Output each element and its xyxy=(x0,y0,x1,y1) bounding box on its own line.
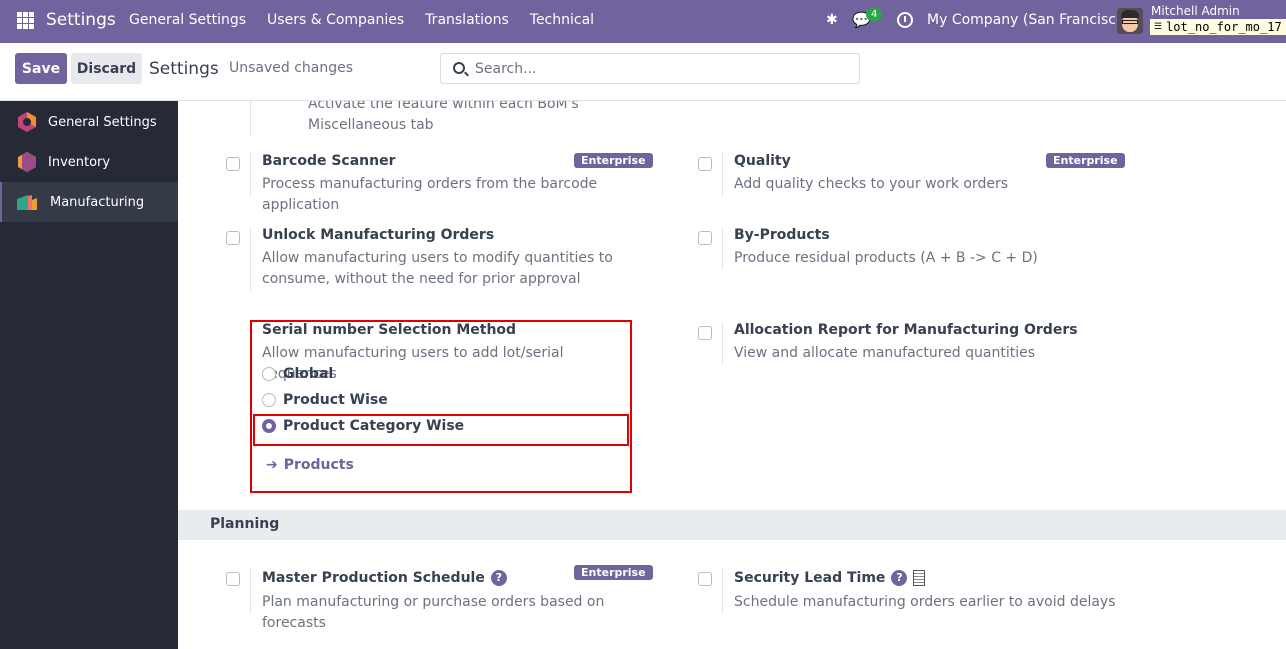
setting-title: Allocation Report for Manufacturing Orde… xyxy=(734,322,1078,338)
unsaved-status: Unsaved changes xyxy=(229,60,354,76)
mps-checkbox[interactable] xyxy=(226,572,240,586)
setting-title: Quality xyxy=(734,153,791,169)
setting-desc: View and allocate manufactured quantitie… xyxy=(734,345,1036,361)
setting-security-lead-time: Security Lead Time? Schedule manufacturi… xyxy=(698,568,1118,616)
enterprise-badge: Enterprise xyxy=(574,153,653,168)
control-panel: Save Discard Settings Unsaved changes xyxy=(0,43,1286,101)
radio-label: Product Wise xyxy=(283,392,388,408)
lead-time-checkbox[interactable] xyxy=(698,572,712,586)
sidebar-item-inventory[interactable]: Inventory xyxy=(0,142,178,182)
company-switcher[interactable]: My Company (San Francisco) xyxy=(927,12,1130,28)
radio-button-checked[interactable] xyxy=(262,419,276,433)
apps-grid-icon[interactable] xyxy=(17,12,34,29)
inventory-icon xyxy=(18,152,36,172)
setting-desc: Plan manufacturing or purchase orders ba… xyxy=(262,594,605,631)
sidebar-item-label: Inventory xyxy=(48,154,111,170)
section-title: Planning xyxy=(210,516,280,532)
menu-technical[interactable]: Technical xyxy=(530,12,594,28)
save-button[interactable]: Save xyxy=(15,53,67,84)
menu-translations[interactable]: Translations xyxy=(425,12,509,28)
setting-allocation-report: Allocation Report for Manufacturing Orde… xyxy=(698,322,1118,367)
barcode-checkbox[interactable] xyxy=(226,157,240,171)
setting-desc: Add quality checks to your work orders xyxy=(734,176,1009,192)
top-navbar: Settings General Settings Users & Compan… xyxy=(0,0,1286,43)
avatar[interactable] xyxy=(1117,8,1143,34)
radio-label: Product Category Wise xyxy=(283,418,465,434)
settings-content: Activate the feature within each BoM's M… xyxy=(178,101,1286,649)
setting-desc: Produce residual products (A + B -> C + … xyxy=(734,250,1038,266)
products-link[interactable]: ➔ Products xyxy=(266,457,354,473)
setting-title: By-Products xyxy=(734,227,830,243)
general-settings-icon xyxy=(18,112,36,132)
setting-master-production-schedule: Master Production Schedule? Plan manufac… xyxy=(226,565,653,631)
search-icon xyxy=(453,62,465,74)
database-badge: ☰ lot_no_for_mo_17 xyxy=(1150,19,1286,35)
sidebar-item-general-settings[interactable]: General Settings xyxy=(0,102,178,142)
company-building-icon xyxy=(913,570,926,586)
setting-title: Unlock Manufacturing Orders xyxy=(262,227,495,243)
radio-button[interactable] xyxy=(262,367,276,381)
clock-icon[interactable] xyxy=(897,12,913,28)
by-products-checkbox[interactable] xyxy=(698,231,712,245)
allocation-checkbox[interactable] xyxy=(698,326,712,340)
radio-product-wise[interactable]: Product Wise xyxy=(262,390,388,410)
quality-checkbox[interactable] xyxy=(698,157,712,171)
sidebar-item-label: General Settings xyxy=(48,114,157,130)
discard-button[interactable]: Discard xyxy=(71,53,142,84)
setting-desc: Activate the feature within each BoM's M… xyxy=(308,101,579,133)
radio-global[interactable]: Global xyxy=(262,364,333,384)
settings-sidebar: General Settings Inventory Manufacturing xyxy=(0,101,178,649)
enterprise-badge: Enterprise xyxy=(574,565,653,580)
database-icon: ☰ xyxy=(1154,22,1163,32)
enterprise-badge: Enterprise xyxy=(1046,153,1125,168)
search-bar xyxy=(440,53,860,84)
setting-title: Barcode Scanner xyxy=(262,153,396,169)
main-menu: General Settings Users & Companies Trans… xyxy=(129,12,615,28)
setting-title: Master Production Schedule? xyxy=(262,570,507,586)
bug-icon[interactable]: ✱ xyxy=(826,12,838,28)
setting-desc: Allow manufacturing users to modify quan… xyxy=(262,250,613,287)
setting-desc: Schedule manufacturing orders earlier to… xyxy=(734,594,1116,610)
setting-desc: Process manufacturing orders from the ba… xyxy=(262,176,598,213)
setting-serial-method: Serial number Selection Method Allow man… xyxy=(226,322,626,382)
setting-barcode-scanner: Barcode Scanner Process manufacturing or… xyxy=(226,153,653,213)
sidebar-item-manufacturing[interactable]: Manufacturing xyxy=(0,182,178,222)
setting-bom-misc-partial: Activate the feature within each BoM's M… xyxy=(226,101,656,136)
section-planning: Planning xyxy=(178,510,1286,540)
user-name[interactable]: Mitchell Admin xyxy=(1151,4,1240,18)
setting-unlock-mo: Unlock Manufacturing Orders Allow manufa… xyxy=(226,227,646,292)
setting-quality: Quality Add quality checks to your work … xyxy=(698,153,1125,198)
database-name: lot_no_for_mo_17 xyxy=(1166,20,1282,34)
manufacturing-icon xyxy=(17,195,37,210)
arrow-right-icon: ➔ xyxy=(266,457,278,473)
chat-count-badge: 4 xyxy=(866,8,883,21)
help-icon[interactable]: ? xyxy=(891,570,908,586)
radio-label: Global xyxy=(283,366,334,382)
help-icon[interactable]: ? xyxy=(490,570,507,586)
unlock-mo-checkbox[interactable] xyxy=(226,231,240,245)
setting-by-products: By-Products Produce residual products (A… xyxy=(698,227,1118,272)
radio-product-category-wise[interactable]: Product Category Wise xyxy=(262,416,464,436)
radio-button[interactable] xyxy=(262,393,276,407)
setting-title: Serial number Selection Method xyxy=(262,322,517,338)
menu-general-settings[interactable]: General Settings xyxy=(129,12,246,28)
page-title: Settings xyxy=(149,59,219,79)
app-brand[interactable]: Settings xyxy=(46,10,116,30)
setting-title: Security Lead Time? xyxy=(734,570,926,586)
sidebar-item-label: Manufacturing xyxy=(50,194,145,210)
search-input[interactable] xyxy=(475,59,845,79)
menu-users-companies[interactable]: Users & Companies xyxy=(267,12,404,28)
